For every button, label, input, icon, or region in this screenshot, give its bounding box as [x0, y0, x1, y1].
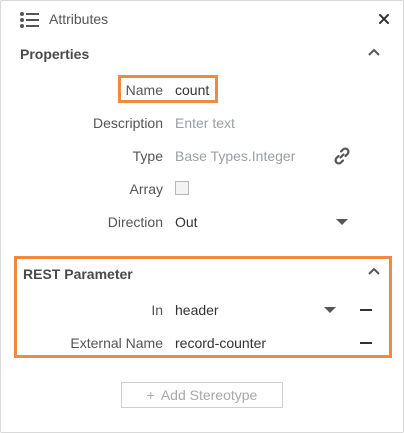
- name-label: Name: [125, 82, 163, 98]
- type-field[interactable]: Base Types.Integer: [175, 148, 295, 164]
- attributes-panel: Attributes Properties Name count Descrip…: [0, 0, 404, 433]
- minus-icon[interactable]: [360, 342, 372, 344]
- add-stereotype-label: Add Stereotype: [160, 387, 258, 403]
- panel-header: Attributes: [1, 1, 403, 39]
- close-icon[interactable]: [377, 12, 391, 26]
- rest-parameter-section-title: REST Parameter: [23, 266, 133, 282]
- external-name-label: External Name: [70, 335, 163, 351]
- properties-section-title: Properties: [20, 46, 90, 62]
- chevron-up-icon[interactable]: [367, 266, 381, 276]
- caret-down-icon[interactable]: [336, 219, 348, 225]
- direction-select[interactable]: Out: [175, 214, 198, 230]
- in-label: In: [151, 302, 163, 318]
- name-field[interactable]: count: [175, 82, 209, 98]
- external-name-field[interactable]: record-counter: [175, 335, 266, 351]
- description-field[interactable]: Enter text: [175, 115, 235, 131]
- type-label: Type: [132, 148, 163, 164]
- panel-title: Attributes: [49, 11, 109, 27]
- in-select[interactable]: header: [175, 302, 219, 318]
- minus-icon[interactable]: [360, 309, 372, 311]
- link-icon[interactable]: [332, 146, 352, 166]
- caret-down-icon[interactable]: [324, 307, 336, 313]
- list-icon: [20, 12, 39, 28]
- array-checkbox[interactable]: [175, 181, 189, 195]
- array-label: Array: [129, 181, 163, 197]
- plus-icon: +: [146, 387, 155, 403]
- direction-label: Direction: [107, 214, 163, 230]
- chevron-up-icon[interactable]: [367, 47, 381, 57]
- add-stereotype-button[interactable]: + Add Stereotype: [121, 382, 283, 408]
- description-label: Description: [92, 115, 163, 131]
